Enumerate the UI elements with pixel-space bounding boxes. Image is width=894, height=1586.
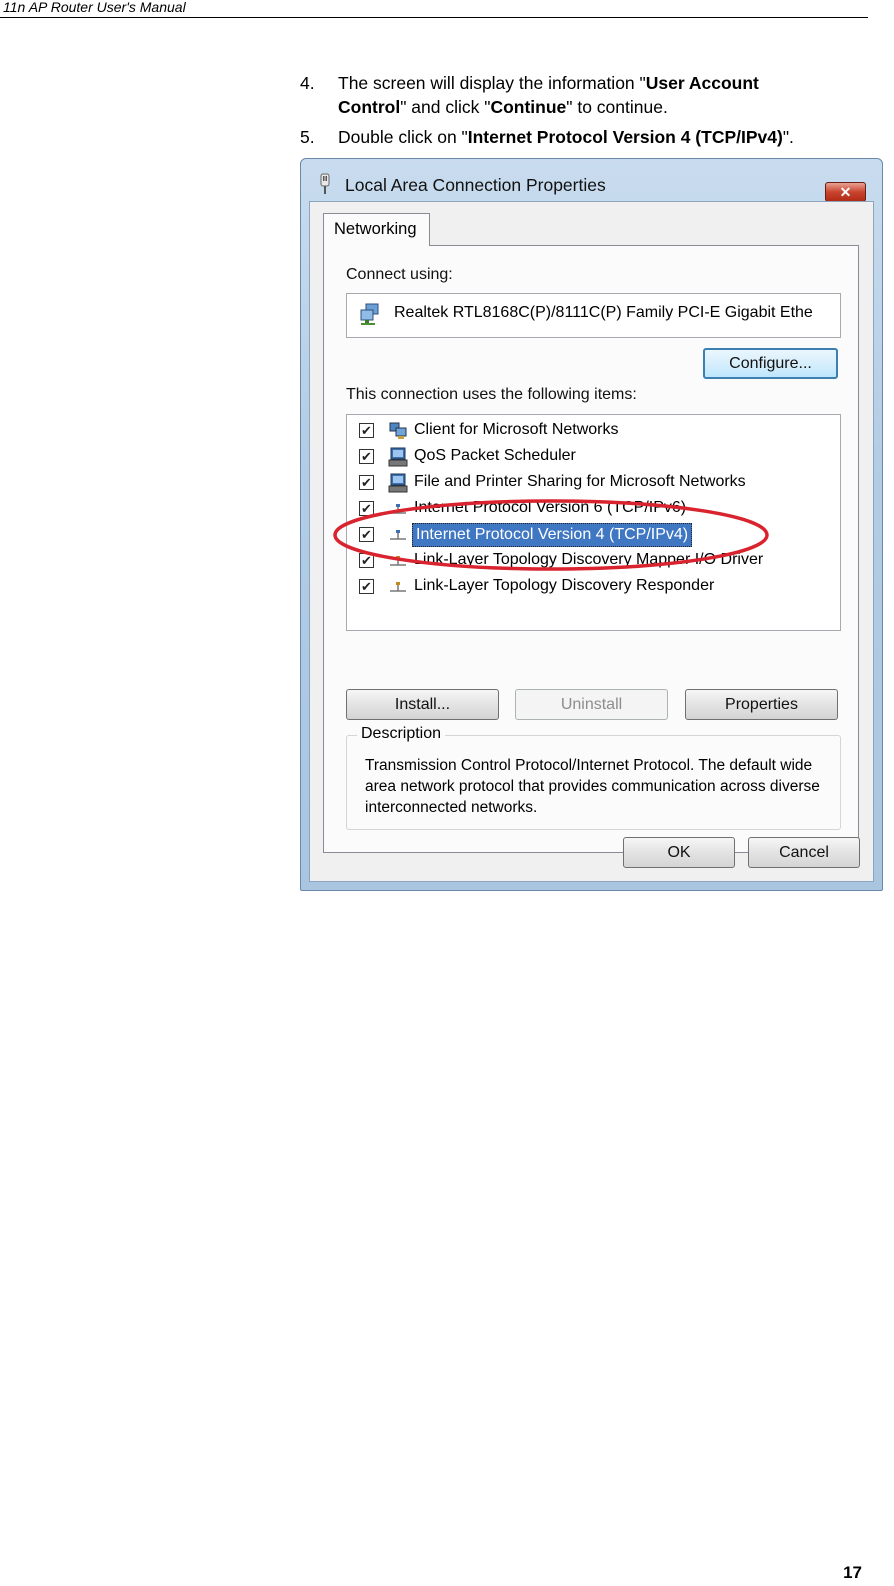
step-text: The screen will display the information … [338,73,759,117]
install-button[interactable]: Install... [346,689,499,720]
connect-using-label: Connect using: [346,266,453,283]
configure-button[interactable]: Configure... [703,348,838,379]
description-group: Description Transmission Control Protoco… [346,725,841,830]
protocol-icon [390,530,406,540]
list-item[interactable]: ✔ Link-Layer Topology Discovery Responde… [347,575,837,599]
properties-dialog: Local Area Connection Properties ✕ Netwo… [300,158,883,891]
item-label: Client for Microsoft Networks [414,421,619,438]
network-adapter-icon [320,173,330,194]
dialog-titlebar[interactable]: Local Area Connection Properties ✕ [301,159,882,202]
list-item[interactable]: ✔ Client for Microsoft Networks [347,419,837,443]
properties-button[interactable]: Properties [685,689,838,720]
item-label: Internet Protocol Version 4 (TCP/IPv4) [412,523,693,547]
page-header: 11n AP Router User's Manual [0,0,868,18]
network-client-icon [389,422,407,439]
description-legend: Description [357,725,446,743]
item-checkbox[interactable]: ✔ [359,553,374,568]
list-item-selected[interactable]: ✔ Internet Protocol Version 4 (TCP/IPv4) [347,523,837,547]
list-item[interactable]: ✔ Internet Protocol Version 6 (TCP/IPv6) [347,497,837,521]
protocol-icon [390,556,406,566]
adapter-name: Realtek RTL8168C(P)/8111C(P) Family PCI-… [394,304,813,321]
page-number: 17 [843,1563,862,1582]
item-label: File and Printer Sharing for Microsoft N… [414,473,746,490]
item-label: Link-Layer Topology Discovery Responder [414,577,715,594]
list-item[interactable]: ✔ Link-Layer Topology Discovery Mapper I… [347,549,837,573]
dialog-title: Local Area Connection Properties [345,175,606,195]
item-checkbox[interactable]: ✔ [359,579,374,594]
items-label: This connection uses the following items… [346,386,637,403]
uninstall-button[interactable]: Uninstall [515,689,668,720]
protocol-icon [390,582,406,592]
service-icon [388,447,408,467]
step-number: 4. [300,73,315,93]
description-text: Transmission Control Protocol/Internet P… [365,757,820,816]
item-label: QoS Packet Scheduler [414,447,576,464]
step-number: 5. [300,127,315,147]
dialog-client-area: Networking Connect using: Realtek RTL816… [309,201,874,882]
items-list[interactable]: ✔ Client for Microsoft Networks ✔ QoS Pa… [346,414,841,631]
list-item[interactable]: ✔ File and Printer Sharing for Microsoft… [347,471,837,495]
item-label: Internet Protocol Version 6 (TCP/IPv6) [414,499,687,516]
item-checkbox[interactable]: ✔ [359,423,374,438]
service-icon [388,473,408,493]
tab-networking[interactable]: Networking [323,213,430,246]
protocol-icon [390,504,406,514]
item-checkbox[interactable]: ✔ [359,501,374,516]
close-button[interactable]: ✕ [825,182,866,202]
manual-title: 11n AP Router User's Manual [3,0,186,15]
list-item[interactable]: ✔ QoS Packet Scheduler [347,445,837,469]
step-text: Double click on "Internet Protocol Versi… [338,127,794,147]
adapter-field: Realtek RTL8168C(P)/8111C(P) Family PCI-… [346,293,841,338]
ok-button[interactable]: OK [623,837,735,868]
cancel-button[interactable]: Cancel [748,837,860,868]
networking-panel: Connect using: Realtek RTL8168C(P)/8111C… [323,245,859,853]
item-checkbox[interactable]: ✔ [359,475,374,490]
network-card-icon [360,303,379,325]
item-label: Link-Layer Topology Discovery Mapper I/O… [414,551,764,568]
item-checkbox[interactable]: ✔ [359,449,374,464]
item-checkbox[interactable]: ✔ [359,527,374,542]
